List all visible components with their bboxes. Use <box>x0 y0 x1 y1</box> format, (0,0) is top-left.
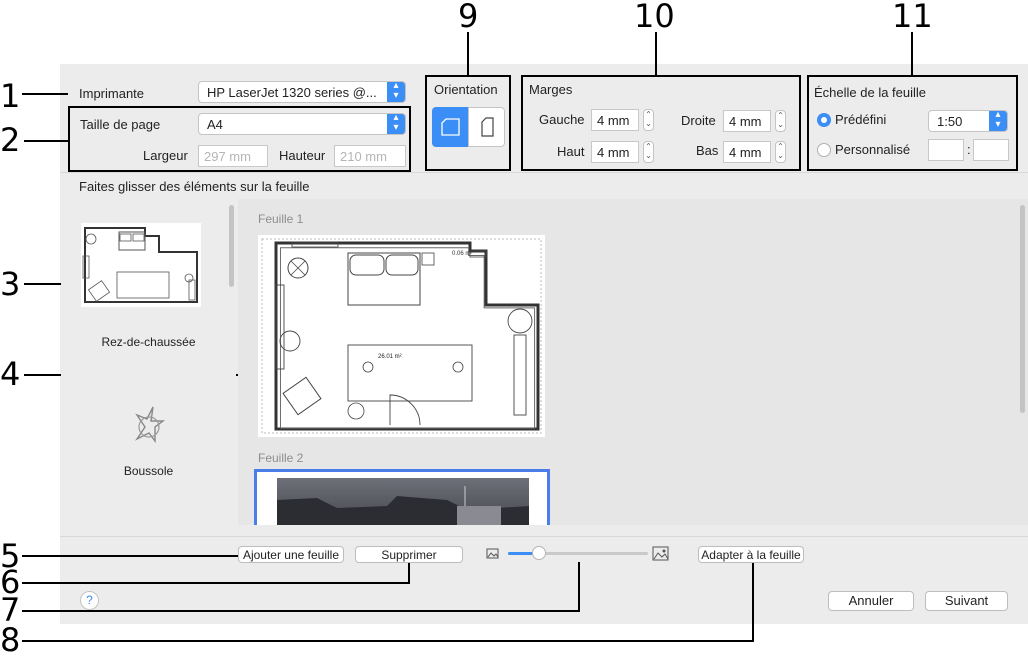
custom-scale-left-field[interactable] <box>928 139 964 161</box>
scale-label: Échelle de la feuille <box>814 85 927 100</box>
width-label: Largeur <box>143 148 188 163</box>
sheet-1-floor-plan: 0.06 m² 26.01 m² <box>261 238 542 434</box>
next-button[interactable]: Suivant <box>925 591 1008 611</box>
callout-6-line <box>22 582 410 584</box>
margin-bottom-stepper[interactable]: ⌃ ⌄ <box>775 141 786 163</box>
sidebar-item-compass[interactable] <box>123 399 173 449</box>
printer-label: Imprimante <box>79 86 145 101</box>
zoom-slider[interactable] <box>508 546 648 560</box>
instruction-text: Faites glisser des éléments sur la feuil… <box>79 179 310 194</box>
chevron-updown-icon: ▴ ▾ <box>989 111 1007 131</box>
printer-select[interactable]: HP LaserJet 1320 series @... ▴ ▾ <box>198 81 406 103</box>
sidebar-item-floorplan-label: Rez-de-chaussée <box>101 335 196 349</box>
floor-plan-thumbnail <box>81 223 201 307</box>
sidebar-item-floorplan[interactable] <box>75 216 215 316</box>
margin-right-stepper[interactable]: ⌃ ⌄ <box>775 110 786 132</box>
callout-10-line <box>655 32 657 76</box>
custom-label: Personnalisé <box>835 142 911 157</box>
callout-1-line <box>22 93 68 95</box>
portrait-page-icon <box>481 117 494 137</box>
add-sheet-button[interactable]: Ajouter une feuille <box>238 546 344 563</box>
room-area-label: 26.01 m² <box>378 354 402 360</box>
callout-3: 3 <box>0 265 21 303</box>
fit-to-sheet-button[interactable]: Adapter à la feuille <box>698 546 804 563</box>
custom-scale-separator: : <box>967 142 971 157</box>
callout-9: 9 <box>458 0 479 35</box>
scale-value: 1:50 <box>937 114 963 129</box>
zoom-in-image-icon <box>652 546 669 561</box>
margin-left-label: Gauche <box>539 112 585 127</box>
sidebar-scrollbar[interactable] <box>229 205 234 287</box>
page-size-value: A4 <box>207 117 223 132</box>
margin-bottom-field[interactable]: 4 mm <box>723 141 771 163</box>
margin-top-stepper[interactable]: ⌃ ⌄ <box>643 141 654 163</box>
callout-8-line <box>22 640 754 642</box>
custom-radio[interactable] <box>817 143 831 157</box>
callout-8-line-v <box>752 562 754 642</box>
sheet-2-page[interactable] <box>254 469 550 525</box>
margins-label: Marges <box>529 82 573 97</box>
custom-scale-right-field[interactable] <box>973 139 1009 161</box>
margin-top-field[interactable]: 4 mm <box>591 141 639 163</box>
small-area-label: 0.06 m² <box>452 251 472 257</box>
landscape-button[interactable] <box>432 107 468 147</box>
landscape-page-icon <box>441 118 460 136</box>
page-size-select[interactable]: A4 ▴ ▾ <box>198 113 406 135</box>
width-field[interactable]: 297 mm <box>198 145 268 167</box>
callout-5-line <box>22 555 238 557</box>
printer-value: HP LaserJet 1320 series @... <box>207 85 377 100</box>
canvas-scrollbar[interactable] <box>1020 205 1025 413</box>
margin-right-label: Droite <box>681 113 716 128</box>
render-preview <box>277 486 529 525</box>
predefined-label: Prédéfini <box>835 112 887 127</box>
help-button[interactable]: ? <box>80 591 99 610</box>
compass-icon <box>134 406 166 444</box>
callout-2-line <box>24 140 68 142</box>
margin-right-field[interactable]: 4 mm <box>723 110 771 132</box>
callout-7-line <box>22 610 580 612</box>
height-label: Hauteur <box>279 148 326 163</box>
zoom-out-image-icon <box>486 548 499 559</box>
predefined-radio[interactable] <box>817 113 831 127</box>
sheet-1-label: Feuille 1 <box>258 212 304 226</box>
margin-top-label: Haut <box>557 144 585 159</box>
height-field[interactable]: 210 mm <box>334 145 406 167</box>
orientation-label: Orientation <box>434 82 498 97</box>
toolbar-separator <box>60 536 1028 537</box>
callout-9-line <box>467 32 469 76</box>
callout-6-line-v <box>408 560 410 584</box>
page-size-label: Taille de page <box>80 117 161 132</box>
margin-bottom-label: Bas <box>696 143 719 158</box>
chevron-updown-icon: ▴ ▾ <box>387 114 405 134</box>
chevron-updown-icon: ▴ ▾ <box>387 82 405 102</box>
delete-button[interactable]: Supprimer <box>355 546 463 563</box>
callout-1: 1 <box>0 77 21 115</box>
sheet-2-render-image <box>277 478 529 525</box>
callout-11: 11 <box>892 0 933 35</box>
sidebar-item-compass-label: Boussole <box>123 464 174 478</box>
callout-7-line-v <box>578 562 580 612</box>
callout-10: 10 <box>634 0 675 35</box>
margin-left-stepper[interactable]: ⌃ ⌄ <box>643 109 654 131</box>
sheet-2-label: Feuille 2 <box>258 451 304 465</box>
header-separator <box>60 172 1028 173</box>
callout-8: 8 <box>0 621 21 659</box>
margin-left-field[interactable]: 4 mm <box>591 109 639 131</box>
portrait-button[interactable] <box>468 107 505 147</box>
callout-4: 4 <box>0 355 21 393</box>
cancel-button[interactable]: Annuler <box>828 591 914 611</box>
scale-select[interactable]: 1:50 ▴ ▾ <box>928 110 1008 132</box>
element-sidebar: Rez-de-chaussée Boussole <box>61 199 236 525</box>
zoom-slider-knob[interactable] <box>532 546 546 560</box>
callout-2: 2 <box>0 121 21 159</box>
callout-11-line <box>911 32 913 76</box>
sheet-1-page[interactable]: 0.06 m² 26.01 m² <box>258 235 545 437</box>
sheet-canvas: Feuille 1 0.06 m² 26.01 m² Feuille 2 <box>238 199 1028 525</box>
